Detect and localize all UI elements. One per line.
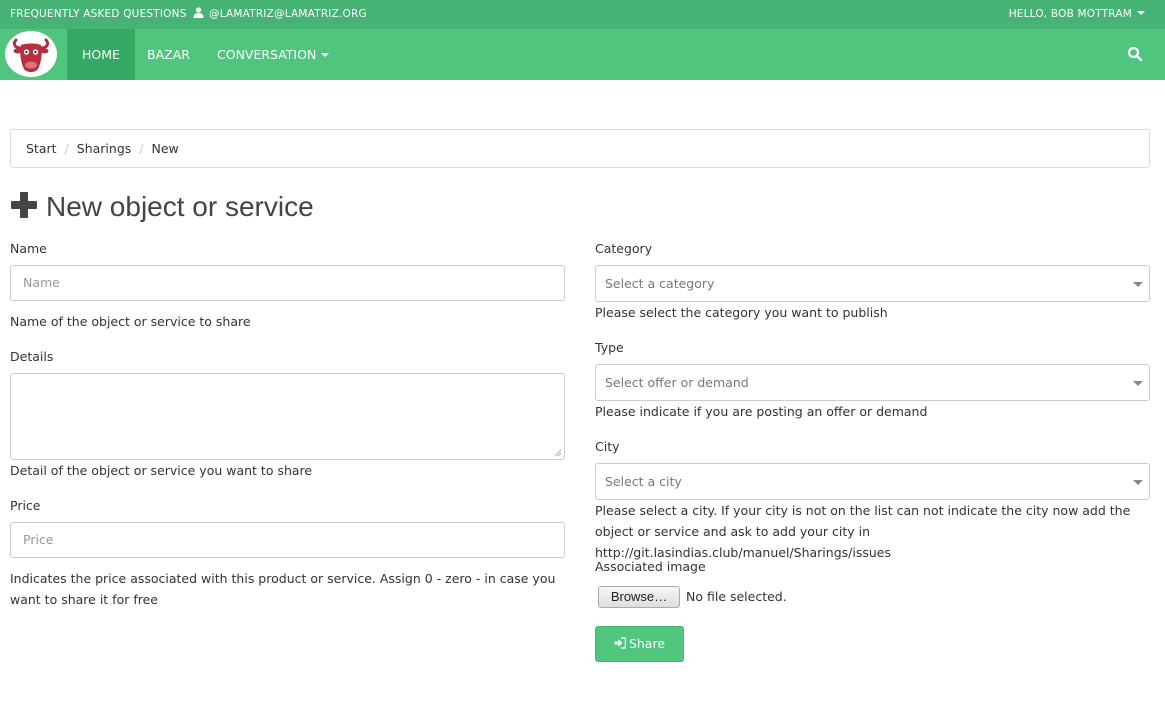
category-select[interactable]: Select a category: [595, 265, 1150, 302]
faq-link[interactable]: FREQUENTLY ASKED QUESTIONS: [10, 0, 187, 29]
chevron-down-icon: [321, 53, 330, 57]
dropdown-arrow-icon: [1133, 381, 1143, 386]
resize-handle-icon[interactable]: [554, 449, 562, 457]
type-select-value: Select offer or demand: [605, 375, 749, 390]
breadcrumb-start[interactable]: Start: [26, 141, 57, 156]
dropdown-arrow-icon: [1133, 480, 1143, 485]
name-help: Name of the object or service to share: [10, 314, 251, 329]
category-select-value: Select a category: [605, 276, 715, 291]
type-label: Type: [595, 340, 624, 355]
price-label: Price: [10, 498, 41, 513]
user-menu[interactable]: HELLO, BOB MOTTRAM: [1009, 0, 1145, 29]
file-status: No file selected.: [686, 589, 787, 604]
breadcrumb-new: New: [151, 141, 179, 156]
top-bar: FREQUENTLY ASKED QUESTIONS @LAMATRIZ@LAM…: [0, 0, 1165, 29]
city-help: Please select a city. If your city is no…: [595, 503, 1131, 560]
breadcrumb-sharings[interactable]: Sharings: [77, 141, 132, 156]
nav-conversation[interactable]: CONVERSATION: [202, 29, 344, 80]
nav-bazar[interactable]: BAZAR: [132, 29, 205, 80]
price-help: Indicates the price associated with this…: [10, 571, 556, 607]
email-link[interactable]: @LAMATRIZ@LAMATRIZ.ORG: [193, 0, 367, 29]
nav-home[interactable]: HOME: [67, 29, 135, 80]
name-input[interactable]: Name: [10, 265, 565, 301]
breadcrumb-separator: /: [64, 141, 69, 156]
user-icon: [193, 7, 204, 18]
email-text: @LAMATRIZ@LAMATRIZ.ORG: [209, 8, 367, 20]
user-menu-label: HELLO, BOB MOTTRAM: [1008, 8, 1132, 20]
page-title-text: New object or service: [46, 191, 314, 222]
page-title: New object or service: [10, 186, 314, 228]
bull-logo-icon: [12, 38, 50, 72]
city-select-value: Select a city: [605, 474, 682, 489]
logo[interactable]: [5, 31, 57, 77]
name-label: Name: [10, 241, 47, 256]
browse-button[interactable]: Browse…: [598, 586, 680, 608]
details-label: Details: [10, 349, 54, 364]
city-label: City: [595, 439, 620, 454]
share-button[interactable]: Share: [595, 626, 684, 662]
type-select[interactable]: Select offer or demand: [595, 364, 1150, 401]
price-input[interactable]: Price: [10, 522, 565, 558]
category-help: Please select the category you want to p…: [595, 305, 888, 320]
search-icon[interactable]: [1127, 46, 1143, 62]
main-navbar: HOME BAZAR CONVERSATION: [0, 29, 1165, 80]
breadcrumb: Start / Sharings / New: [10, 129, 1150, 168]
plus-icon: [11, 192, 37, 218]
sign-in-icon: [614, 637, 626, 649]
dropdown-arrow-icon: [1133, 282, 1143, 287]
type-help: Please indicate if you are posting an of…: [595, 404, 928, 419]
details-help: Detail of the object or service you want…: [10, 463, 313, 478]
share-button-label: Share: [628, 636, 666, 651]
category-label: Category: [595, 241, 653, 256]
nav-conversation-label: CONVERSATION: [217, 47, 317, 62]
details-textarea[interactable]: [10, 373, 565, 460]
breadcrumb-separator: /: [139, 141, 144, 156]
chevron-down-icon: [1137, 11, 1145, 15]
image-label: Associated image: [595, 559, 706, 574]
city-select[interactable]: Select a city: [595, 463, 1150, 500]
